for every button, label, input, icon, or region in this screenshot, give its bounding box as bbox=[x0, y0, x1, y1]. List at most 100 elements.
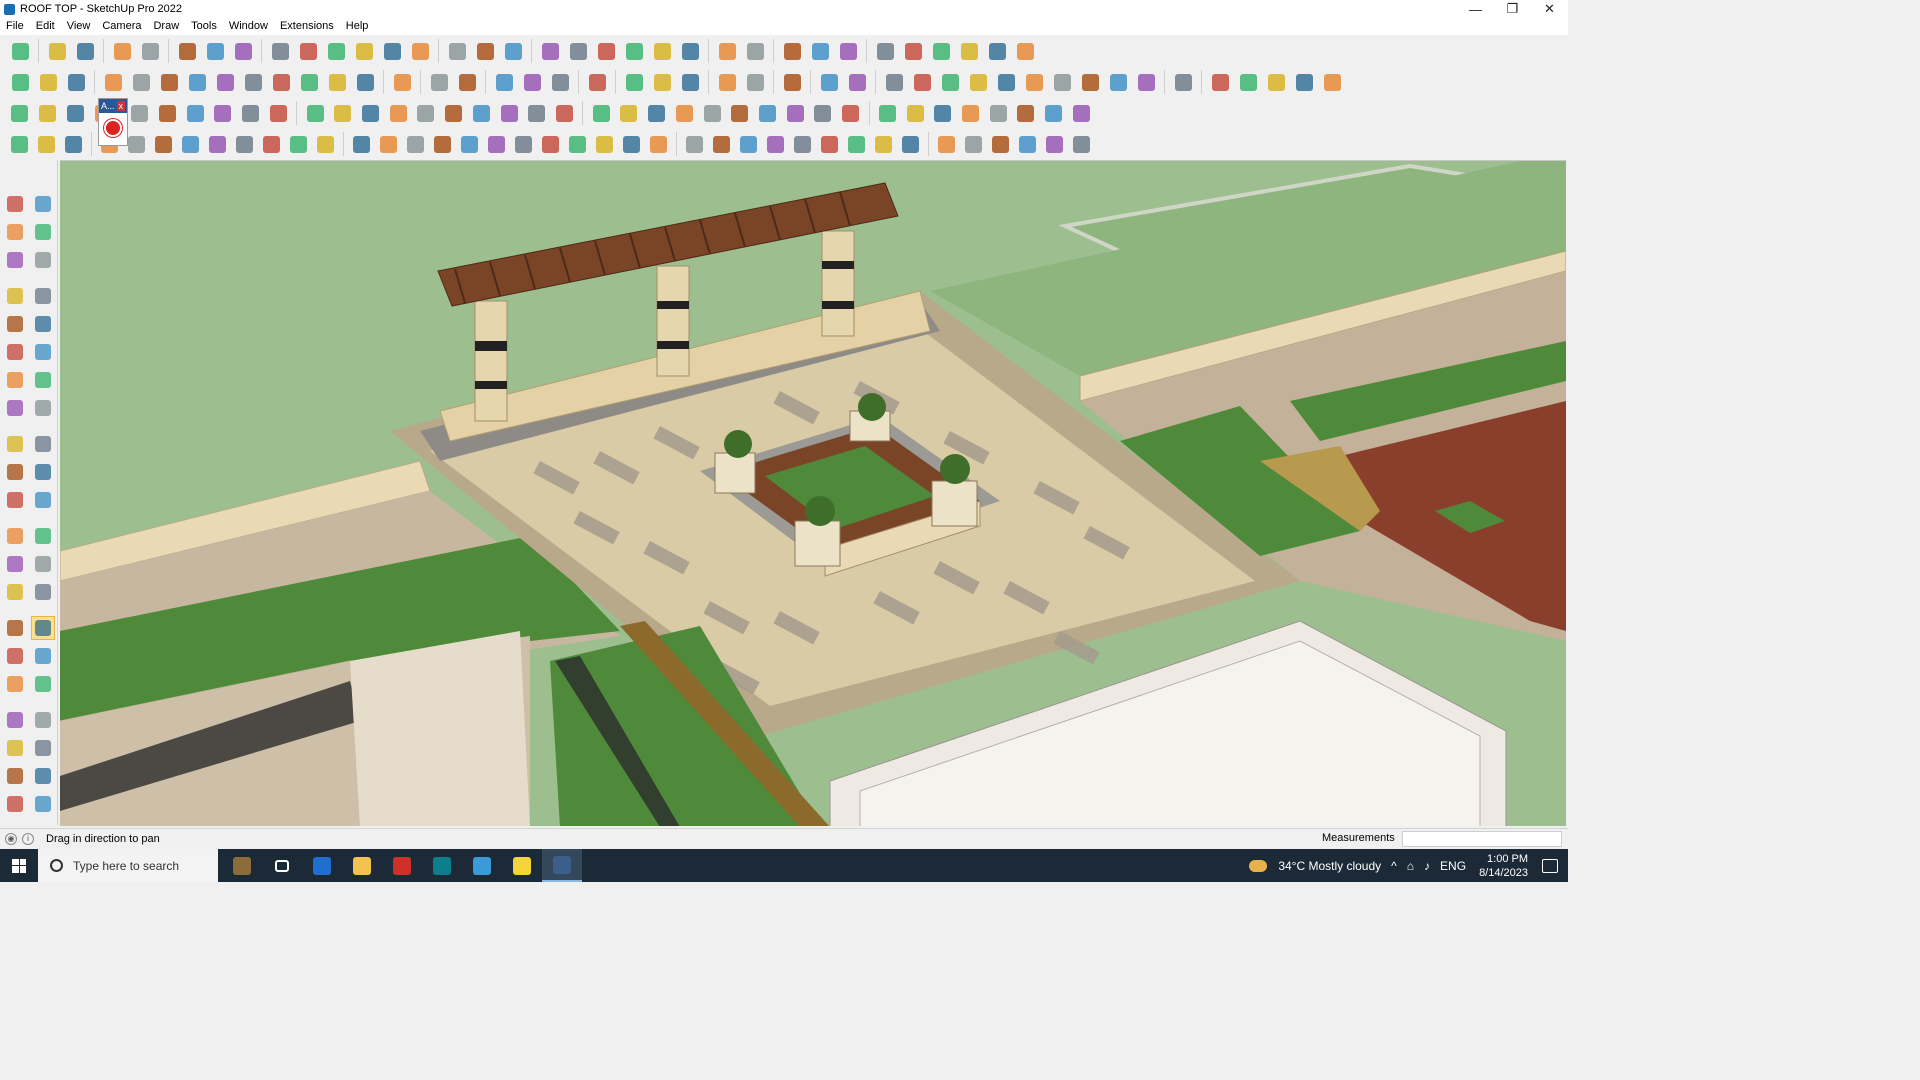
extensions-toolbar-tool-29-icon[interactable] bbox=[882, 70, 906, 94]
modeling-toolbar-tool-15-icon[interactable] bbox=[414, 101, 438, 125]
tape-measure-tool-icon[interactable] bbox=[3, 248, 27, 272]
modeling-toolbar-tool-6-icon[interactable] bbox=[156, 101, 180, 125]
main-toolbar-tool-30-icon[interactable] bbox=[901, 39, 925, 63]
modeling-toolbar-tool-31-icon[interactable] bbox=[876, 101, 900, 125]
dimension-tool-icon[interactable] bbox=[31, 524, 55, 548]
main-toolbar-tool-26-icon[interactable] bbox=[780, 39, 804, 63]
zoom-window-tool-icon[interactable] bbox=[31, 644, 55, 668]
taskbar-search[interactable]: Type here to search bbox=[38, 849, 218, 882]
taskbar-3dsmax-icon[interactable] bbox=[422, 849, 462, 882]
profile-toolbar-tool-13-icon[interactable] bbox=[350, 132, 373, 156]
modeling-toolbar-tool-36-icon[interactable] bbox=[1014, 101, 1038, 125]
profile-toolbar-tool-31-icon[interactable] bbox=[845, 132, 868, 156]
taskbar-acrobat-icon[interactable] bbox=[382, 849, 422, 882]
modeling-toolbar-tool-17-icon[interactable] bbox=[469, 101, 493, 125]
main-toolbar-tool-7-icon[interactable] bbox=[203, 39, 227, 63]
modeling-toolbar-tool-14-icon[interactable] bbox=[386, 101, 410, 125]
section-cuts-tool-icon[interactable] bbox=[31, 764, 55, 788]
profile-toolbar-tool-10-icon[interactable] bbox=[260, 132, 283, 156]
profile-toolbar-tool-35-icon[interactable] bbox=[962, 132, 985, 156]
clock[interactable]: 1:00 PM 8/14/2023 bbox=[1479, 852, 1528, 880]
pie-tool-icon[interactable] bbox=[31, 368, 55, 392]
eraser-tool-icon[interactable] bbox=[31, 220, 55, 244]
profile-toolbar-tool-22-icon[interactable] bbox=[593, 132, 616, 156]
volume-icon[interactable]: ♪ bbox=[1424, 859, 1430, 873]
extensions-toolbar-tool-33-icon[interactable] bbox=[994, 70, 1018, 94]
extensions-toolbar-tool-40-icon[interactable] bbox=[1208, 70, 1232, 94]
measurements-input[interactable] bbox=[1402, 831, 1562, 847]
protractor-tool-icon[interactable] bbox=[3, 552, 27, 576]
text-tool-icon[interactable] bbox=[31, 552, 55, 576]
extensions-toolbar-tool-14-icon[interactable] bbox=[390, 70, 414, 94]
main-toolbar-tool-33-icon[interactable] bbox=[985, 39, 1009, 63]
modeling-toolbar-tool-30-icon[interactable] bbox=[839, 101, 863, 125]
main-toolbar-tool-18-icon[interactable] bbox=[538, 39, 562, 63]
modeling-toolbar-tool-12-icon[interactable] bbox=[331, 101, 355, 125]
main-toolbar-tool-23-icon[interactable] bbox=[678, 39, 702, 63]
extensions-toolbar-tool-11-icon[interactable] bbox=[297, 70, 321, 94]
taskbar-folder-icon[interactable] bbox=[342, 849, 382, 882]
main-toolbar-tool-29-icon[interactable] bbox=[873, 39, 897, 63]
extensions-toolbar-tool-28-icon[interactable] bbox=[845, 70, 869, 94]
profile-toolbar-tool-23-icon[interactable] bbox=[620, 132, 643, 156]
modeling-toolbar-tool-34-icon[interactable] bbox=[959, 101, 983, 125]
axes-tool-icon[interactable] bbox=[3, 580, 27, 604]
main-toolbar-tool-22-icon[interactable] bbox=[650, 39, 674, 63]
circle-tool-icon[interactable] bbox=[3, 340, 27, 364]
main-toolbar-tool-13-icon[interactable] bbox=[380, 39, 404, 63]
extensions-toolbar-tool-21-icon[interactable] bbox=[622, 70, 646, 94]
modeling-toolbar-tool-25-icon[interactable] bbox=[700, 101, 724, 125]
profile-toolbar-tool-6-icon[interactable] bbox=[152, 132, 175, 156]
main-toolbar-tool-4-icon[interactable] bbox=[110, 39, 134, 63]
position-camera-tool-icon[interactable] bbox=[3, 708, 27, 732]
modeling-toolbar-tool-35-icon[interactable] bbox=[986, 101, 1010, 125]
profile-toolbar-tool-24-icon[interactable] bbox=[647, 132, 670, 156]
extensions-toolbar-tool-3-icon[interactable] bbox=[64, 70, 88, 94]
profile-toolbar-tool-27-icon[interactable] bbox=[737, 132, 760, 156]
modeling-toolbar-tool-24-icon[interactable] bbox=[672, 101, 696, 125]
modeling-toolbar-tool-29-icon[interactable] bbox=[811, 101, 835, 125]
push-pull-tool-icon[interactable] bbox=[31, 432, 55, 456]
extensions-toolbar-tool-41-icon[interactable] bbox=[1236, 70, 1260, 94]
profile-toolbar-tool-38-icon[interactable] bbox=[1043, 132, 1066, 156]
extensions-toolbar-tool-20-icon[interactable] bbox=[585, 70, 609, 94]
taskbar-sticky-notes-icon[interactable] bbox=[502, 849, 542, 882]
taskbar-file-explorer-icon[interactable] bbox=[222, 849, 262, 882]
main-toolbar-tool-19-icon[interactable] bbox=[566, 39, 590, 63]
main-toolbar-tool-20-icon[interactable] bbox=[594, 39, 618, 63]
modeling-toolbar-tool-8-icon[interactable] bbox=[211, 101, 235, 125]
menu-window[interactable]: Window bbox=[223, 18, 274, 35]
main-toolbar-tool-16-icon[interactable] bbox=[473, 39, 497, 63]
paint-bucket-tool-icon[interactable] bbox=[3, 220, 27, 244]
extensions-toolbar-tool-27-icon[interactable] bbox=[817, 70, 841, 94]
weather-text[interactable]: 34°C Mostly cloudy bbox=[1278, 859, 1381, 873]
main-toolbar-tool-27-icon[interactable] bbox=[808, 39, 832, 63]
menu-view[interactable]: View bbox=[61, 18, 97, 35]
profile-toolbar-tool-11-icon[interactable] bbox=[287, 132, 310, 156]
rotate-tool-icon[interactable] bbox=[3, 460, 27, 484]
modeling-toolbar-tool-33-icon[interactable] bbox=[931, 101, 955, 125]
modeling-toolbar-tool-9-icon[interactable] bbox=[239, 101, 263, 125]
main-toolbar-tool-14-icon[interactable] bbox=[408, 39, 432, 63]
minimize-button[interactable]: — bbox=[1457, 0, 1494, 18]
orbit-tool-icon[interactable] bbox=[31, 192, 55, 216]
notification-icon[interactable] bbox=[1542, 858, 1558, 873]
profile-toolbar-tool-8-icon[interactable] bbox=[206, 132, 229, 156]
polygon-tool-icon[interactable] bbox=[31, 340, 55, 364]
select-tool-icon[interactable] bbox=[3, 192, 27, 216]
main-toolbar-tool-34-icon[interactable] bbox=[1013, 39, 1037, 63]
main-toolbar-tool-9-icon[interactable] bbox=[268, 39, 292, 63]
modeling-toolbar-tool-37-icon[interactable] bbox=[1042, 101, 1066, 125]
modeling-toolbar-tool-38-icon[interactable] bbox=[1070, 101, 1094, 125]
modeling-toolbar-tool-21-icon[interactable] bbox=[589, 101, 613, 125]
main-toolbar-tool-6-icon[interactable] bbox=[175, 39, 199, 63]
profile-toolbar-tool-2-icon[interactable] bbox=[35, 132, 58, 156]
extensions-toolbar-tool-32-icon[interactable] bbox=[966, 70, 990, 94]
extensions-toolbar-tool-22-icon[interactable] bbox=[650, 70, 674, 94]
info-icon[interactable]: i bbox=[22, 832, 34, 845]
extensions-toolbar-tool-7-icon[interactable] bbox=[185, 70, 209, 94]
extensions-toolbar-tool-30-icon[interactable] bbox=[910, 70, 934, 94]
extensions-toolbar-tool-8-icon[interactable] bbox=[213, 70, 237, 94]
extensions-toolbar-tool-35-icon[interactable] bbox=[1050, 70, 1074, 94]
modeling-toolbar-tool-16-icon[interactable] bbox=[442, 101, 466, 125]
